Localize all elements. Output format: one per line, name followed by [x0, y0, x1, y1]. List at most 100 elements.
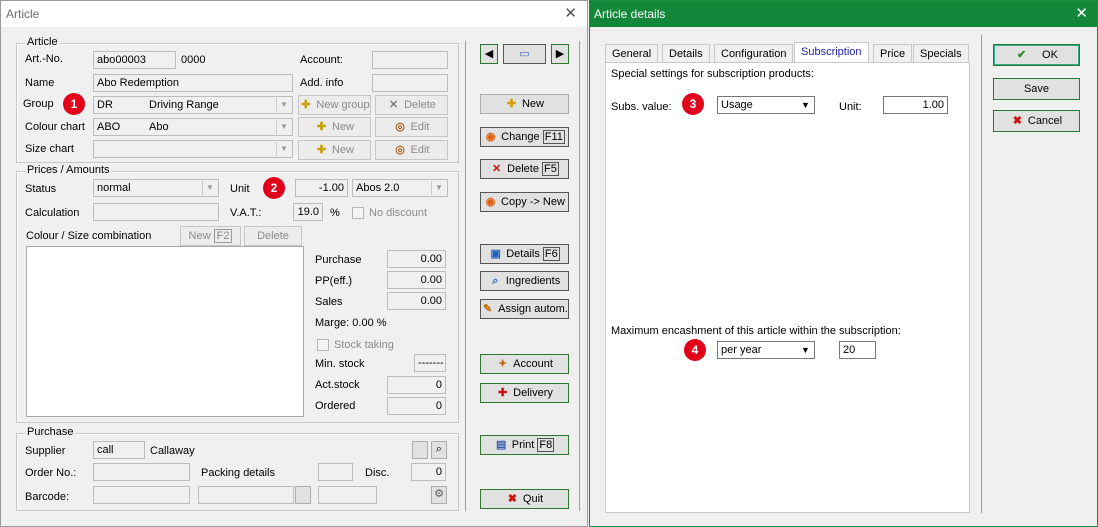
delete-combination-button[interactable]: Delete [244, 226, 302, 246]
vat-field[interactable]: 19.0 [293, 203, 323, 221]
separator [579, 41, 580, 511]
art-no-field[interactable]: abo00003 [93, 51, 176, 69]
cancel-button[interactable]: ✖ Cancel [993, 110, 1080, 132]
period-select[interactable]: per year ▼ [717, 341, 815, 359]
unit-label: Unit [230, 183, 250, 195]
close-icon[interactable]: ✕ [564, 4, 577, 22]
edit-colour-button[interactable]: ◎ Edit [375, 117, 448, 137]
subs-value-select[interactable]: Usage ▼ [717, 96, 815, 114]
max-value-field[interactable]: 20 [839, 341, 876, 359]
ok-button[interactable]: ✔ OK [993, 44, 1080, 66]
copy-new-button[interactable]: ◉ Copy -> New [480, 192, 569, 212]
print-button[interactable]: ▤ Print F8 [480, 435, 569, 455]
printer-icon[interactable]: ▭ [503, 44, 546, 64]
ingredients-button[interactable]: ⌕ Ingredients [480, 271, 569, 291]
act-stock-field[interactable]: 0 [387, 376, 446, 394]
min-stock-label: Min. stock [315, 358, 365, 370]
search-icon[interactable]: ⌕ [431, 441, 447, 459]
quit-button[interactable]: ✖ Quit [480, 489, 569, 509]
art-no-suffix: 0000 [181, 54, 206, 66]
sales-field[interactable]: 0.00 [387, 292, 446, 310]
account-field[interactable] [372, 51, 448, 69]
tab-subscription[interactable]: Subscription [794, 42, 869, 62]
chevron-down-icon: ▼ [801, 100, 810, 110]
purchase-label: Purchase [315, 254, 362, 266]
tab-configuration[interactable]: Configuration [714, 44, 794, 62]
barcode-field-3[interactable] [318, 486, 377, 504]
unit-value-field[interactable]: -1.00 [295, 179, 348, 197]
vat-label: V.A.T.: [230, 207, 262, 219]
barcode-field[interactable] [93, 486, 190, 504]
tab-price[interactable]: Price [873, 44, 913, 62]
close-icon[interactable]: ✕ [1075, 4, 1088, 22]
badge-1: 1 [63, 93, 85, 115]
order-no-label: Order No.: [25, 467, 77, 479]
plus-icon: ✚ [301, 99, 311, 111]
no-discount-checkbox[interactable] [352, 207, 364, 219]
pp-eff-field[interactable]: 0.00 [387, 271, 446, 289]
account-button[interactable]: ✦ Account [480, 354, 569, 374]
assign-button[interactable]: ✎ Assign autom. [480, 299, 569, 319]
combination-list[interactable] [26, 246, 304, 417]
colour-chart-select[interactable]: ABO Abo ▼ [93, 118, 293, 136]
ordered-field[interactable]: 0 [387, 397, 446, 415]
group-select[interactable]: DR Driving Range ▼ [93, 96, 293, 114]
add-info-field[interactable] [372, 74, 448, 92]
calculator-icon[interactable] [412, 441, 428, 459]
barcode-field-2[interactable] [198, 486, 294, 504]
next-record-button[interactable]: ▶ [551, 44, 569, 64]
name-field[interactable]: Abo Redemption [93, 74, 293, 92]
disc-label: Disc. [365, 467, 390, 479]
tab-details[interactable]: Details [662, 44, 710, 62]
colour-chart-label: Colour chart [25, 121, 85, 133]
pp-eff-label: PP(eff.) [315, 275, 353, 287]
details-button[interactable]: ▣ Details F6 [480, 244, 569, 264]
unit-label: Unit: [839, 101, 862, 113]
no-discount-label: No discount [369, 207, 428, 219]
order-no-field[interactable] [93, 463, 190, 481]
disc-field[interactable]: 0 [411, 463, 446, 481]
delivery-button[interactable]: ✚ Delivery [480, 383, 569, 403]
new-colour-button[interactable]: ✚ New [298, 117, 371, 137]
status-select[interactable]: normal ▼ [93, 179, 219, 197]
tab-specials[interactable]: Specials [913, 44, 969, 62]
edit-size-button[interactable]: ◎ Edit [375, 140, 448, 160]
unit-field[interactable]: 1.00 [883, 96, 948, 114]
supplier-code-field[interactable]: call [93, 441, 145, 459]
change-button[interactable]: ◉ Change F11 [480, 127, 569, 147]
chevron-down-icon: ▼ [801, 345, 810, 355]
barcode-label: Barcode: [25, 491, 70, 503]
size-chart-select[interactable]: ▼ [93, 140, 293, 158]
printer-icon: ▤ [496, 439, 507, 451]
details-window: Article details ✕ General Details Config… [589, 0, 1098, 527]
size-chart-label: Size chart [25, 143, 74, 155]
calculator-icon[interactable] [295, 486, 311, 504]
gear-icon[interactable]: ⚙ [431, 486, 447, 504]
badge-2: 2 [263, 177, 285, 199]
calculation-label: Calculation [25, 207, 80, 219]
badge-3: 3 [682, 93, 704, 115]
delete-button[interactable]: ✕ Delete F5 [480, 159, 569, 179]
new-size-button[interactable]: ✚ New [298, 140, 371, 160]
prev-record-button[interactable]: ◀ [480, 44, 498, 64]
separator [981, 35, 982, 513]
purchase-field[interactable]: 0.00 [387, 250, 446, 268]
delete-group-button[interactable]: ✕ Delete [375, 95, 448, 115]
new-button[interactable]: ✚ New [480, 94, 569, 114]
new-group-button[interactable]: ✚ New group [298, 95, 371, 115]
packing-field[interactable] [318, 463, 353, 481]
min-stock-field[interactable]: ------- [414, 354, 446, 372]
new-combination-button[interactable]: New F2 [180, 226, 241, 246]
details-icon: ▣ [490, 248, 501, 260]
stock-taking-checkbox[interactable] [317, 339, 329, 351]
tab-general[interactable]: General [605, 44, 659, 62]
chevron-down-icon: ▼ [276, 120, 291, 134]
name-label: Name [25, 77, 55, 89]
close-icon: ✖ [507, 493, 518, 505]
article-titlebar: Article [1, 1, 587, 27]
supplier-name: Callaway [150, 445, 195, 457]
unit-select[interactable]: Abos 2.0 ▼ [352, 179, 448, 197]
calculation-field[interactable] [93, 203, 219, 221]
save-button[interactable]: Save [993, 78, 1080, 100]
supplier-label: Supplier [25, 445, 66, 457]
